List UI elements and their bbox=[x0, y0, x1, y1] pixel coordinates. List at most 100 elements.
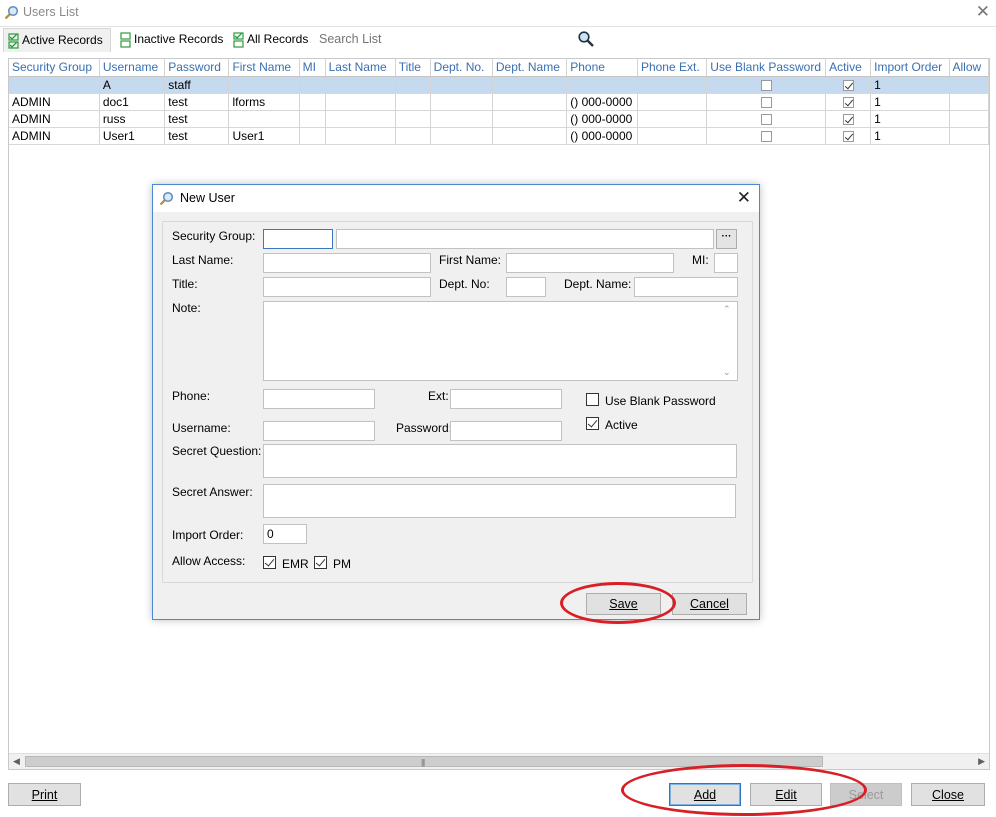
cell-checkbox bbox=[760, 96, 772, 108]
column-header[interactable]: Last Name bbox=[325, 59, 396, 77]
column-header[interactable]: Use Blank Password bbox=[706, 59, 827, 77]
emr-label: EMR bbox=[282, 557, 309, 571]
new-user-dialog: New User ✕ Security Group: ··· Last Name… bbox=[152, 184, 760, 620]
first-name-field[interactable] bbox=[506, 253, 674, 273]
empty-cell bbox=[430, 76, 493, 94]
add-button[interactable]: Add bbox=[669, 783, 741, 806]
search-input[interactable] bbox=[316, 29, 576, 49]
scroll-right-icon[interactable]: ▶ bbox=[978, 756, 985, 767]
filter-empty-icon bbox=[120, 32, 131, 48]
empty-cell bbox=[637, 127, 708, 145]
phone-field[interactable] bbox=[263, 389, 375, 409]
select-button[interactable]: Select bbox=[830, 783, 902, 806]
allow-access-label: Allow Access: bbox=[172, 554, 246, 568]
security-group-cell: ADMIN bbox=[9, 93, 100, 111]
column-header[interactable]: Password bbox=[164, 59, 230, 77]
username-field[interactable] bbox=[263, 421, 375, 441]
cell-checkbox bbox=[760, 130, 772, 142]
phone-label: Phone: bbox=[172, 389, 211, 403]
horizontal-scrollbar[interactable]: ◀ ||| ▶ bbox=[9, 753, 989, 769]
user-form-panel: Security Group: ··· Last Name: First Nam… bbox=[162, 221, 753, 583]
column-header[interactable]: Phone Ext. bbox=[637, 59, 708, 77]
column-header[interactable]: Security Group bbox=[9, 59, 100, 77]
table-row[interactable]: ADMIN russ test () 000-0000 1 bbox=[9, 110, 989, 128]
close-button[interactable]: Close bbox=[911, 783, 985, 806]
edit-button[interactable]: Edit bbox=[750, 783, 822, 806]
dialog-title-bar: New User ✕ bbox=[153, 185, 759, 212]
search-icon[interactable] bbox=[577, 30, 595, 48]
tab-active-records[interactable]: Active Records bbox=[3, 28, 111, 52]
active-cell bbox=[825, 76, 872, 94]
active-checkbox[interactable] bbox=[586, 417, 599, 430]
dept-name-field[interactable] bbox=[634, 277, 738, 297]
active-label: Active bbox=[605, 418, 638, 432]
first-name-label: First Name: bbox=[439, 253, 502, 267]
last-name-label: Last Name: bbox=[172, 253, 234, 267]
username-cell: russ bbox=[99, 110, 166, 128]
dialog-close-icon[interactable]: ✕ bbox=[737, 188, 751, 208]
save-button[interactable]: Save bbox=[586, 593, 661, 615]
tab-all-records[interactable]: All Records bbox=[229, 28, 313, 52]
first-name-cell bbox=[228, 110, 300, 128]
scroll-left-icon[interactable]: ◀ bbox=[13, 756, 20, 767]
column-header[interactable]: Username bbox=[99, 59, 166, 77]
secret-question-label: Secret Question: bbox=[172, 444, 262, 458]
column-header[interactable]: Dept. Name bbox=[492, 59, 568, 77]
scrollbar-thumb[interactable]: ||| bbox=[25, 756, 823, 767]
column-header[interactable]: Import Order bbox=[870, 59, 950, 77]
empty-cell bbox=[299, 76, 326, 94]
import-order-field[interactable] bbox=[263, 524, 307, 544]
dept-no-field[interactable] bbox=[506, 277, 546, 297]
column-header[interactable]: Dept. No. bbox=[430, 59, 493, 77]
last-name-field[interactable] bbox=[263, 253, 431, 273]
column-header[interactable]: MI bbox=[299, 59, 326, 77]
print-button[interactable]: Print bbox=[8, 783, 81, 806]
import-order-cell: 1 bbox=[870, 76, 950, 94]
tab-inactive-records[interactable]: Inactive Records bbox=[116, 28, 228, 52]
window-close-icon[interactable]: ✕ bbox=[976, 2, 990, 22]
empty-cell bbox=[637, 76, 708, 94]
empty-cell bbox=[395, 93, 431, 111]
empty-cell bbox=[430, 110, 493, 128]
empty-cell bbox=[492, 127, 568, 145]
password-label: Password: bbox=[396, 421, 453, 435]
password-field[interactable] bbox=[450, 421, 562, 441]
secret-answer-field[interactable] bbox=[263, 484, 736, 518]
window-title: Users List bbox=[23, 5, 79, 19]
scroll-down-icon[interactable]: ⌄ bbox=[723, 367, 731, 378]
users-table: Security Group Username Password First Name… bbox=[9, 59, 989, 145]
pm-checkbox[interactable] bbox=[314, 556, 327, 569]
scroll-up-icon[interactable]: ⌃ bbox=[723, 304, 731, 315]
table-row[interactable]: Astaff 1 bbox=[9, 76, 989, 94]
table-row[interactable]: ADMIN User1 test User1() 000-0000 1 bbox=[9, 127, 989, 145]
note-scrollbar[interactable]: ⌃ ⌄ bbox=[721, 303, 735, 379]
import-order-cell: 1 bbox=[870, 110, 950, 128]
column-header[interactable]: Phone bbox=[566, 59, 638, 77]
security-group-name-field[interactable] bbox=[336, 229, 714, 249]
secret-question-field[interactable] bbox=[263, 444, 737, 478]
dialog-title: New User bbox=[180, 191, 235, 205]
emr-checkbox[interactable] bbox=[263, 556, 276, 569]
column-header[interactable]: Title bbox=[395, 59, 431, 77]
security-group-lookup-button[interactable]: ··· bbox=[716, 229, 737, 249]
title-field[interactable] bbox=[263, 277, 431, 297]
column-header[interactable]: Active bbox=[825, 59, 872, 77]
column-header[interactable]: Allow bbox=[949, 59, 989, 77]
empty-cell bbox=[395, 110, 431, 128]
security-group-code-field[interactable] bbox=[263, 229, 333, 249]
use-blank-password-label: Use Blank Password bbox=[605, 394, 716, 408]
table-row[interactable]: ADMIN doc1 test lforms () 000-0000 1 bbox=[9, 93, 989, 111]
empty-cell bbox=[492, 93, 568, 111]
cell-checkbox bbox=[760, 79, 772, 91]
use-blank-password-checkbox[interactable] bbox=[586, 393, 599, 406]
mi-field[interactable] bbox=[714, 253, 738, 273]
empty-cell bbox=[395, 127, 431, 145]
ext-field[interactable] bbox=[450, 389, 562, 409]
cancel-button[interactable]: Cancel bbox=[672, 593, 747, 615]
dept-no-label: Dept. No: bbox=[439, 277, 490, 291]
use-blank-password-cell bbox=[706, 110, 827, 128]
cell-checkbox bbox=[842, 79, 854, 91]
column-header[interactable]: First Name bbox=[228, 59, 300, 77]
empty-cell bbox=[949, 93, 989, 111]
note-field[interactable] bbox=[263, 301, 738, 381]
